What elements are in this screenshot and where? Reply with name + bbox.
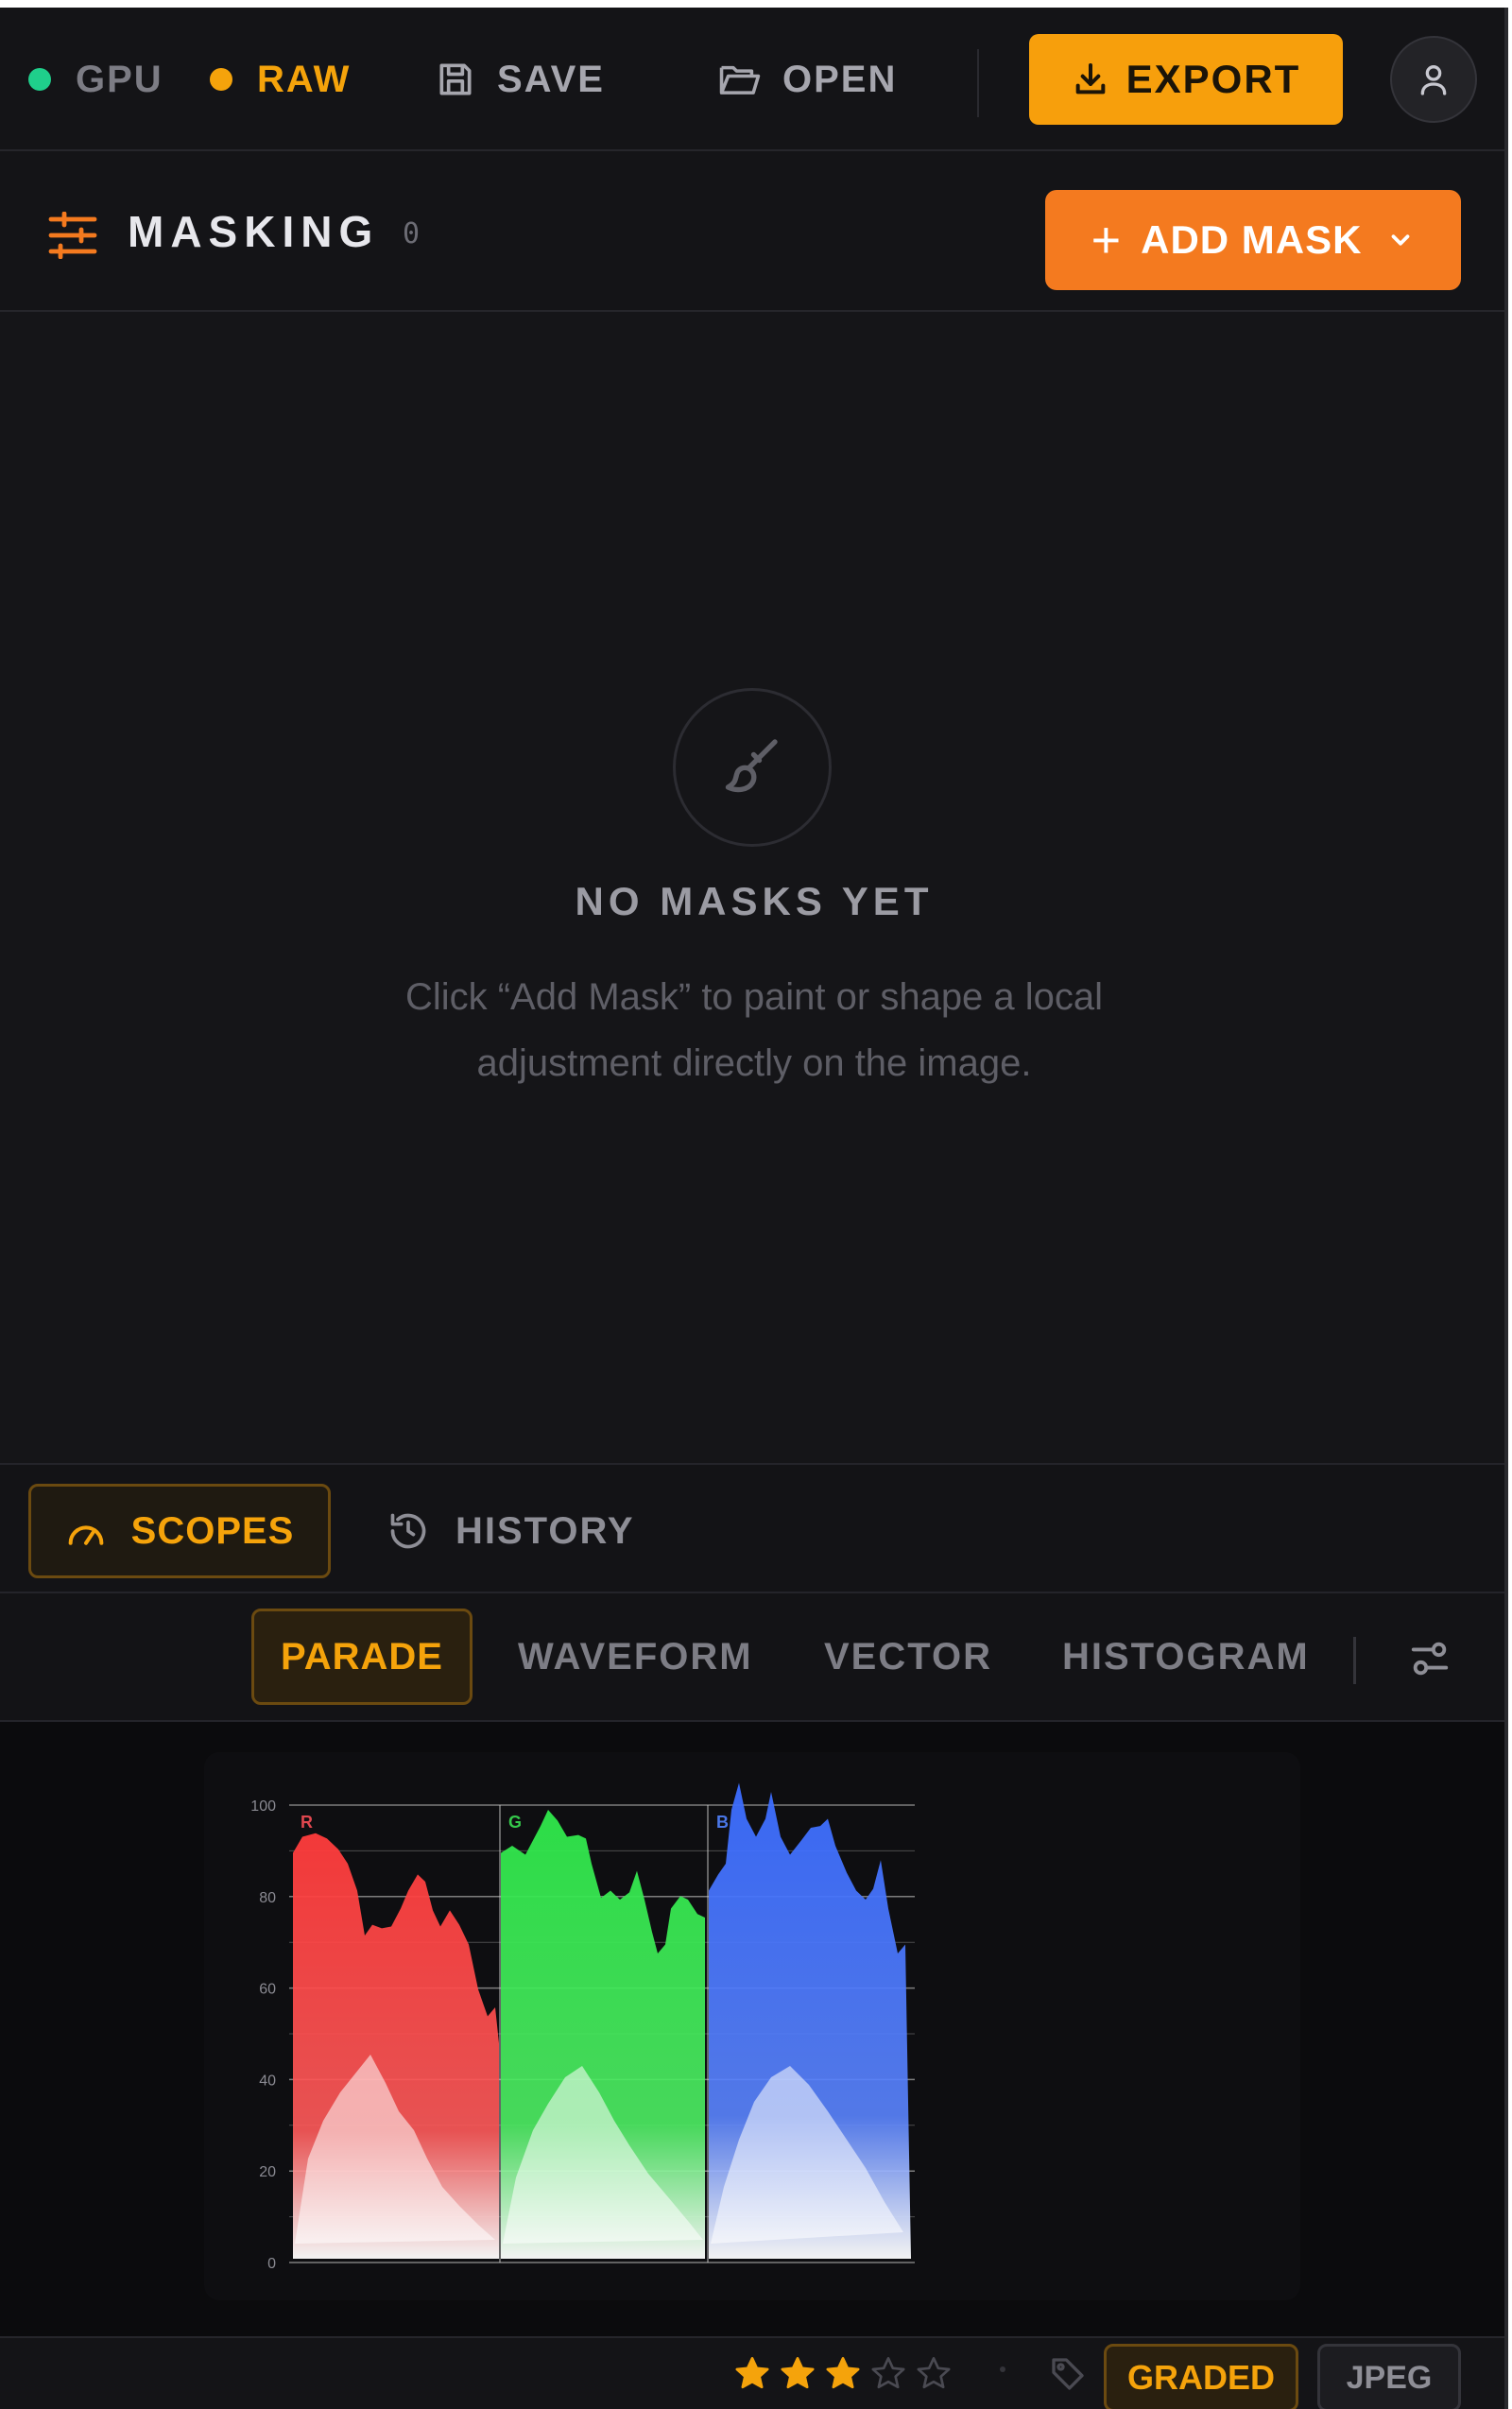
parade-label-b: B: [716, 1813, 729, 1832]
add-mask-label: ADD MASK: [1141, 217, 1363, 262]
tag-icon[interactable]: [1049, 2355, 1087, 2393]
chevron-down-icon: [1392, 234, 1410, 246]
status-separator: [1000, 2366, 1005, 2372]
brush-icon: [725, 739, 778, 793]
empty-state-title: NO MASKS YET: [575, 879, 934, 923]
star-empty-icon[interactable]: [869, 2355, 907, 2393]
parade-y-tick-label: 80: [259, 1890, 276, 1906]
save-button[interactable]: SAVE: [435, 8, 605, 151]
scope-tabs: PARADE WAVEFORM VECTOR HISTOGRAM: [0, 1593, 1504, 1722]
parade-y-tick-label: 40: [259, 2073, 276, 2089]
masks-empty-state: NO MASKS YET Click “Add Mask” to paint o…: [0, 312, 1504, 1463]
history-icon: [390, 1513, 426, 1549]
toolbar-divider: [977, 49, 979, 117]
scope-tab-waveform[interactable]: WAVEFORM: [518, 1609, 753, 1705]
gpu-status[interactable]: GPU: [28, 8, 163, 151]
format-badge[interactable]: JPEG: [1317, 2344, 1461, 2409]
user-avatar-button[interactable]: [1390, 36, 1477, 123]
tab-scopes[interactable]: SCOPES: [28, 1484, 331, 1578]
empty-state-description: Click “Add Mask” to paint or shape a loc…: [404, 976, 1104, 1084]
raw-status[interactable]: RAW: [210, 8, 351, 151]
scope-tabs-divider: [1353, 1637, 1356, 1684]
masking-title: MASKING: [128, 207, 380, 256]
graded-badge[interactable]: GRADED: [1104, 2344, 1298, 2409]
parade-y-tick-label: 20: [259, 2164, 276, 2180]
gpu-label: GPU: [76, 58, 163, 100]
open-button[interactable]: OPEN: [718, 8, 897, 151]
scope-tab-vector[interactable]: VECTOR: [824, 1609, 992, 1705]
gpu-status-dot: [28, 68, 51, 91]
star-rating[interactable]: [733, 2355, 953, 2393]
top-toolbar: GPU RAW SAVE OPEN EXPORT: [0, 8, 1504, 151]
raw-status-dot: [210, 68, 232, 91]
scope-tab-parade[interactable]: PARADE: [251, 1609, 472, 1705]
masking-header: MASKING 0 + ADD MASK: [0, 151, 1504, 312]
parade-label-g: G: [508, 1813, 522, 1832]
parade-graph: 100 80 60 40 20 0 R G B: [250, 1782, 915, 2272]
parade-y-tick-label: 100: [250, 1798, 276, 1815]
star-empty-icon[interactable]: [915, 2355, 953, 2393]
star-filled-icon[interactable]: [779, 2355, 816, 2393]
empty-state-badge: [673, 688, 832, 847]
parade-label-r: R: [301, 1813, 313, 1832]
user-icon: [1420, 65, 1447, 95]
export-label: EXPORT: [1125, 57, 1301, 101]
folder-open-icon: [719, 65, 761, 95]
mask-count: 0: [403, 217, 421, 250]
panel-tabs: SCOPES HISTORY: [0, 1463, 1504, 1593]
export-button[interactable]: EXPORT: [1029, 34, 1343, 125]
parade-scope: 100 80 60 40 20 0 R G B: [204, 1752, 1300, 2300]
app-window: GPU RAW SAVE OPEN EXPORT MASKING 0 + ADD…: [0, 8, 1508, 2409]
save-icon: [439, 63, 472, 95]
sliders-icon: [48, 212, 97, 259]
star-filled-icon[interactable]: [733, 2355, 771, 2393]
download-icon: [1075, 63, 1105, 95]
plus-icon: +: [1091, 212, 1123, 268]
add-mask-button[interactable]: + ADD MASK: [1045, 190, 1461, 290]
tab-history-label: HISTORY: [455, 1509, 635, 1552]
parade-y-axis: 100 80 60 40 20 0: [250, 1798, 276, 2272]
save-label: SAVE: [497, 58, 605, 100]
raw-label: RAW: [257, 58, 352, 100]
scope-tab-histogram[interactable]: HISTOGRAM: [1062, 1609, 1310, 1705]
parade-y-tick-label: 0: [267, 2256, 276, 2272]
scope-settings-icon[interactable]: [1408, 1637, 1452, 1680]
parade-y-tick-label: 60: [259, 1982, 276, 1998]
status-bar: GRADED JPEG: [0, 2336, 1504, 2409]
star-filled-icon[interactable]: [824, 2355, 862, 2393]
gauge-icon: [68, 1525, 104, 1545]
open-label: OPEN: [782, 58, 898, 100]
tab-history[interactable]: HISTORY: [387, 1484, 643, 1578]
scope-display: 100 80 60 40 20 0 R G B: [0, 1722, 1504, 2336]
tab-scopes-label: SCOPES: [130, 1509, 295, 1552]
